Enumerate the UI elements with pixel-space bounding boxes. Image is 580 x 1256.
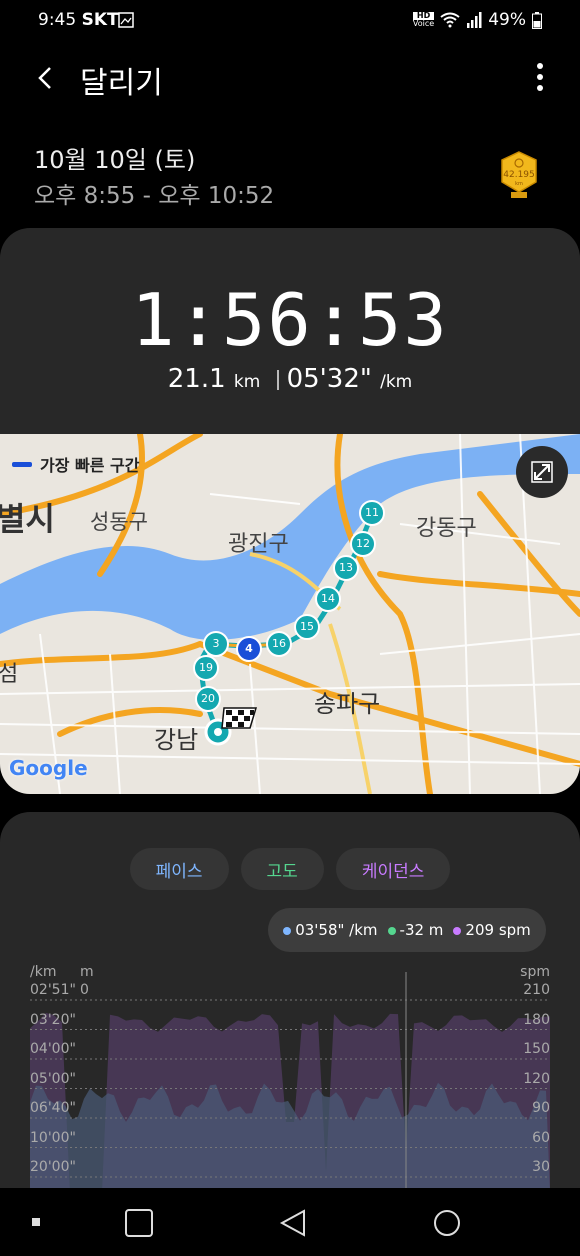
total-duration: 1:56:53 xyxy=(131,278,449,362)
battery-icon xyxy=(532,11,542,29)
cadence-tick-label: 60 xyxy=(532,1129,550,1146)
map-label-3: 광진구 xyxy=(228,532,289,557)
divider xyxy=(276,369,279,390)
home-circle-icon[interactable] xyxy=(432,1208,462,1238)
pace-tick-label: 20'00" xyxy=(30,1159,76,1175)
distance-unit: km xyxy=(233,372,261,392)
distance-pace-summary: 21.1 km 05'32" /km xyxy=(0,364,580,394)
signal-icon xyxy=(467,12,482,28)
expand-icon xyxy=(531,461,553,483)
cadence-tick-label: 150 xyxy=(523,1041,550,1057)
home-square-icon[interactable] xyxy=(124,1208,154,1238)
map-label-1: 별시 xyxy=(0,500,55,538)
expand-map-button[interactable] xyxy=(516,446,568,498)
cadence-tick-label: 30 xyxy=(532,1159,550,1175)
cadence-tick-label: 180 xyxy=(523,1011,550,1028)
chart-tabs: 페이스 고도 케이던스 xyxy=(0,848,580,890)
chart-tooltip: 03'58" /km -32 m 209 spm xyxy=(268,908,546,952)
svg-text:km: km xyxy=(515,181,523,187)
km-marker-fastest[interactable]: 4 xyxy=(236,636,262,662)
km-marker[interactable]: 14 xyxy=(315,586,341,612)
distance-value: 21.1 xyxy=(167,364,226,394)
status-time: 9:45 SKT xyxy=(38,10,119,30)
pace-tick-label: 06'40" xyxy=(30,1100,76,1116)
page-title: 달리기 xyxy=(80,66,163,101)
finish-flag-icon xyxy=(204,707,258,746)
pace-tick-label: 02'51" xyxy=(30,982,76,998)
gallery-notification-icon xyxy=(118,12,134,28)
map-canvas xyxy=(0,434,580,794)
tab-cadence[interactable]: 케이던스 xyxy=(335,848,451,890)
hd-voice-icon: HD Voice xyxy=(412,11,435,28)
app-header: 달리기 xyxy=(0,52,580,108)
altitude-tick-label: 0 xyxy=(80,982,89,998)
km-marker[interactable]: 12 xyxy=(350,531,376,557)
legend-label: 가장 빠른 구간 xyxy=(40,456,140,475)
pace-tick-label: 10'00" xyxy=(30,1129,76,1146)
tooltip-cadence: 209 spm xyxy=(453,921,531,939)
wifi-icon xyxy=(440,12,460,28)
pace-value: 05'32" xyxy=(286,364,372,394)
tooltip-pace: 03'58" /km xyxy=(283,921,378,939)
back-triangle-icon[interactable] xyxy=(278,1208,308,1238)
km-marker[interactable]: 3 xyxy=(203,631,229,657)
pace-unit: /km xyxy=(380,372,413,392)
km-marker[interactable]: 19 xyxy=(193,655,219,681)
map-label-4: 강동구 xyxy=(416,516,477,541)
tab-altitude[interactable]: 고도 xyxy=(240,848,324,890)
km-marker[interactable]: 13 xyxy=(333,555,359,581)
battery-percent: 49% xyxy=(488,10,526,30)
recent-apps-dot-icon[interactable] xyxy=(30,1216,42,1228)
back-arrow-icon[interactable] xyxy=(32,64,60,92)
cadence-tick-label: 210 xyxy=(523,982,550,998)
pace-tick-label: 03'20" xyxy=(30,1011,76,1028)
workout-time-range: 오후 8:55 - 오후 10:52 xyxy=(34,183,275,209)
fastest-segment-swatch xyxy=(12,461,32,467)
status-bar: 9:45 SKT HD Voice 49% xyxy=(0,0,580,38)
map-label-7: 섬 xyxy=(0,662,19,687)
workout-date: 10월 10일 (토) xyxy=(34,146,196,174)
cadence-tick-label: 120 xyxy=(523,1070,550,1087)
km-marker[interactable]: 11 xyxy=(359,500,385,526)
map-label-6: 강남 xyxy=(154,726,199,754)
tab-pace[interactable]: 페이스 xyxy=(129,848,229,890)
route-map[interactable]: 별시 성동구 광진구 강동구 송파구 강남 섬 3 4 11 12 13 14 … xyxy=(0,434,580,794)
tooltip-altitude: -32 m xyxy=(387,921,443,939)
map-label-5: 송파구 xyxy=(314,690,381,718)
svg-text:42.195: 42.195 xyxy=(503,170,535,180)
cadence-tick-label: 90 xyxy=(532,1100,550,1116)
pace-tick-label: 04'00" xyxy=(30,1041,76,1057)
pace-altitude-cadence-chart[interactable] xyxy=(0,972,580,1192)
system-nav-bar xyxy=(0,1188,580,1256)
chart-card: 페이스 고도 케이던스 03'58" /km -32 m 209 spm /km… xyxy=(0,812,580,1192)
pace-tick-label: 05'00" xyxy=(30,1070,76,1087)
more-options-icon[interactable] xyxy=(534,62,546,92)
map-label-2: 성동구 xyxy=(90,510,148,534)
google-logo: Google xyxy=(9,756,88,780)
km-marker[interactable]: 16 xyxy=(266,631,292,657)
map-legend: 가장 빠른 구간 xyxy=(12,452,139,476)
summary-card: 1:56:53 21.1 km 05'32" /km 별시 성동구 광진구 강동… xyxy=(0,228,580,794)
marathon-medal-icon[interactable]: 42.195 km xyxy=(498,150,540,200)
km-marker[interactable]: 15 xyxy=(294,614,320,640)
